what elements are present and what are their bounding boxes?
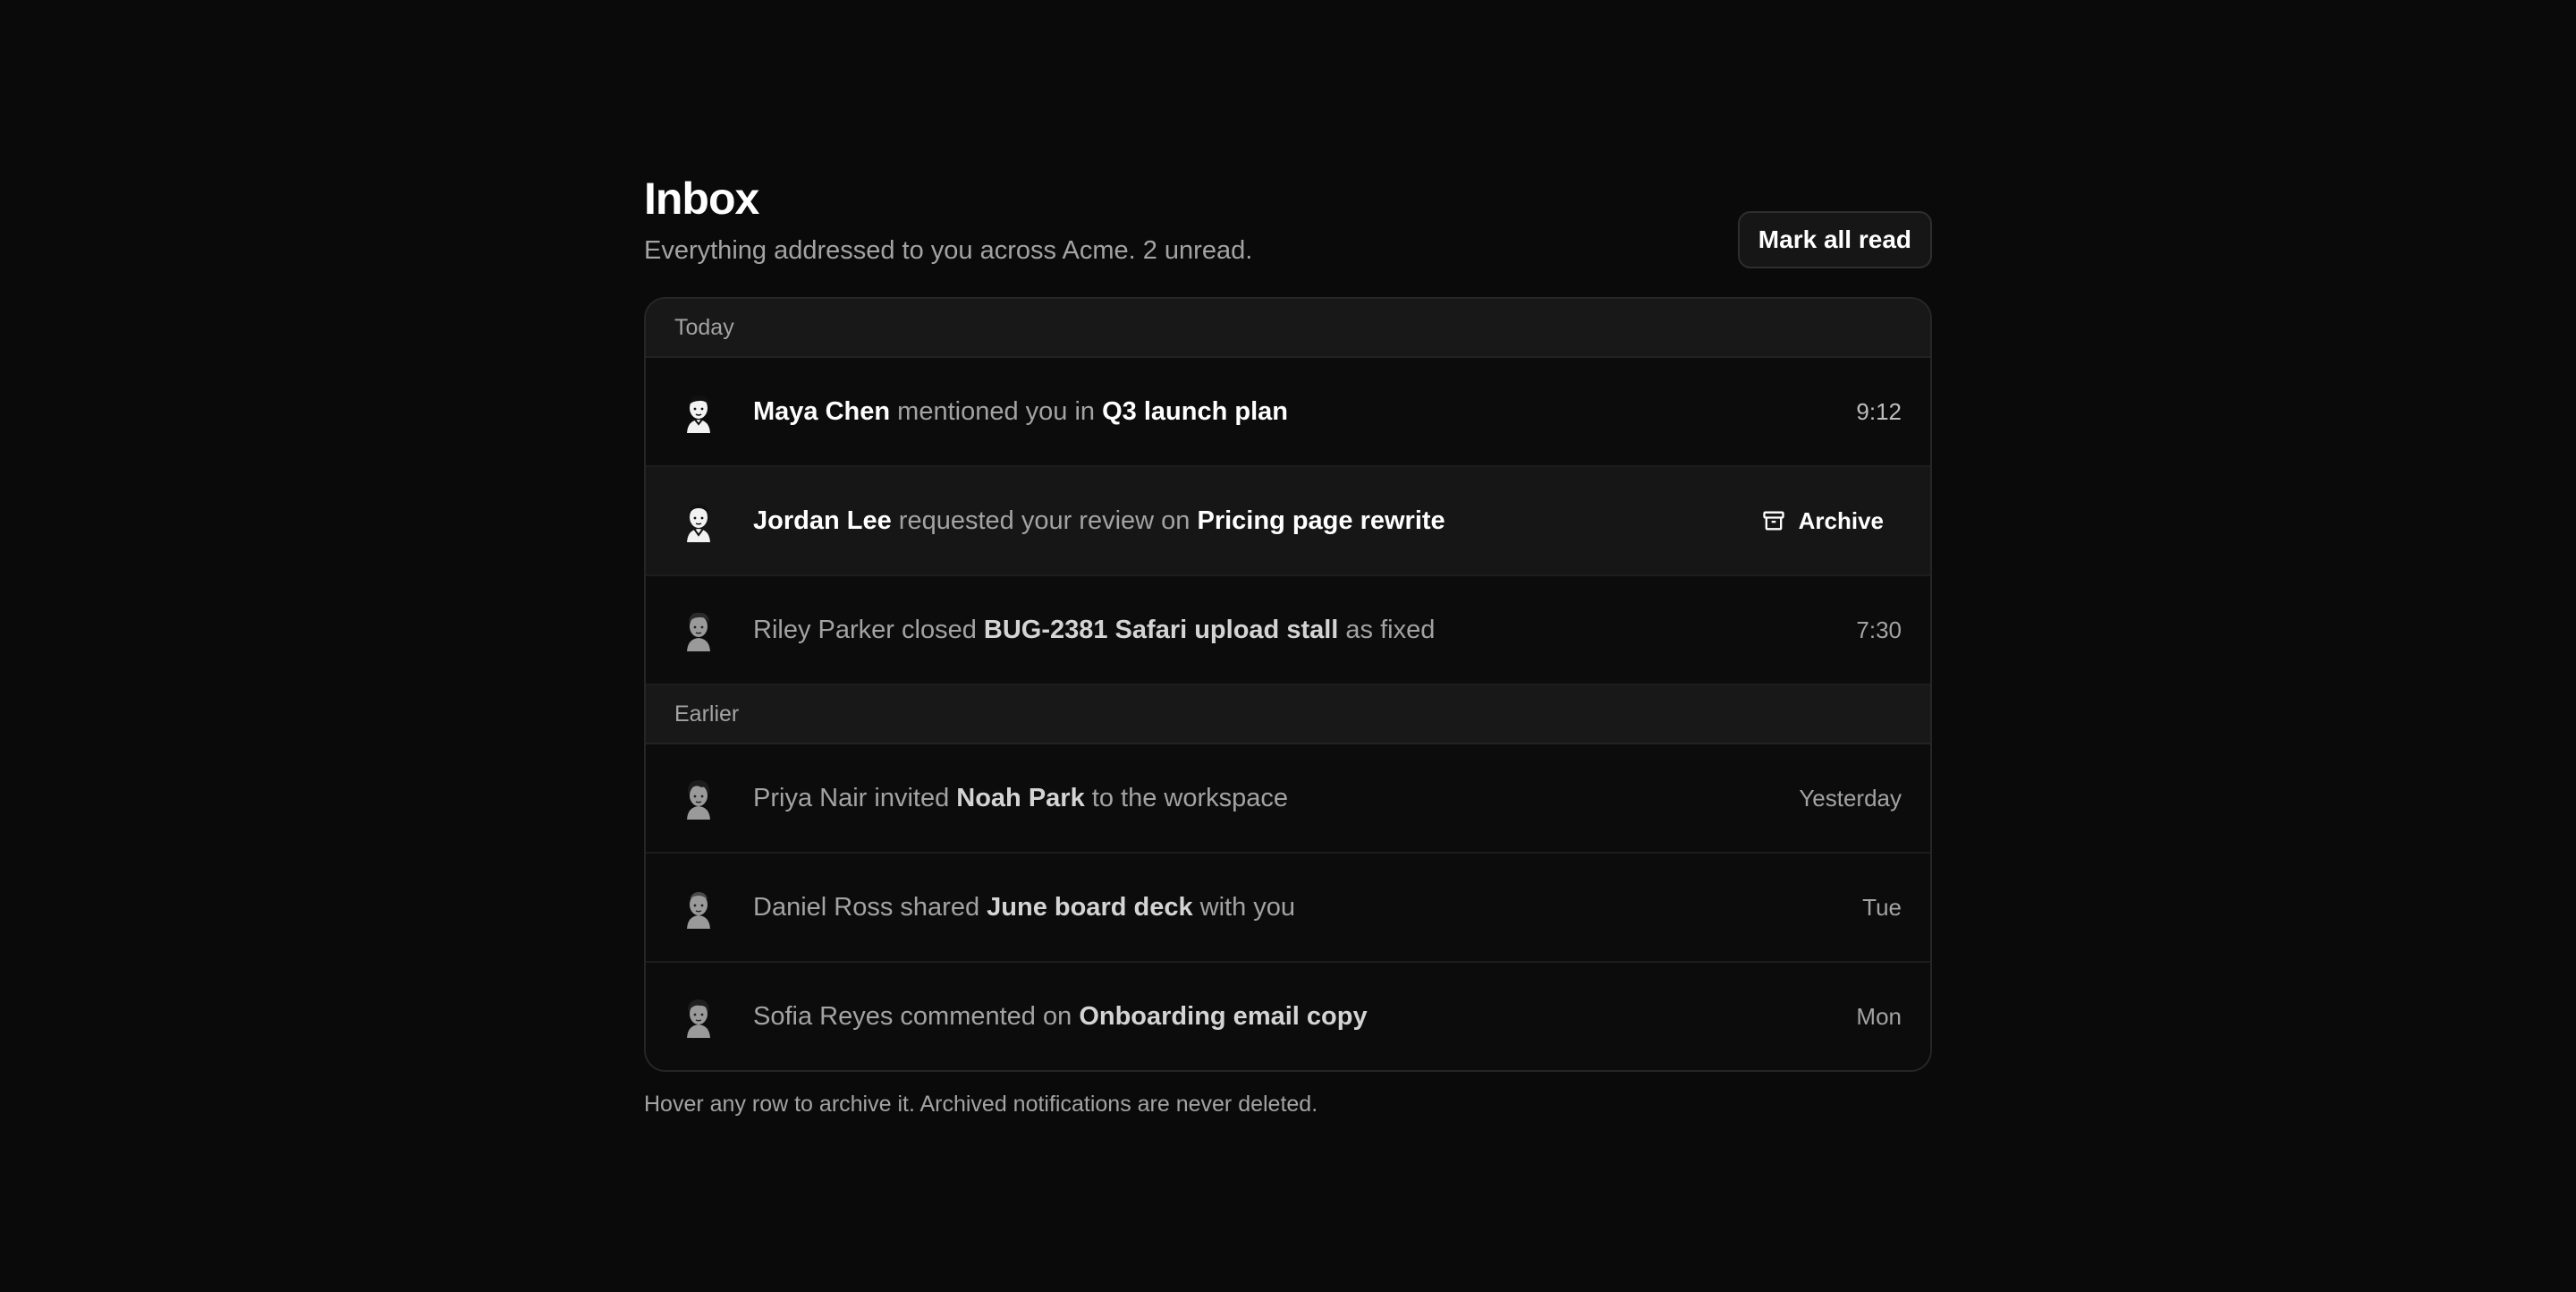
page-subtitle: Everything addressed to you across Acme.… — [644, 236, 1253, 265]
inbox-panel: Inbox Everything addressed to you across… — [644, 170, 1932, 1118]
notification-actor: Jordan Lee — [753, 506, 892, 535]
notification-object: BUG-2381 Safari upload stall — [983, 616, 1339, 644]
avatar-icon — [687, 780, 710, 820]
notification-actor: Priya Nair — [753, 784, 868, 812]
notification-verb: requested your review on — [898, 506, 1191, 535]
notification-row[interactable]: Daniel Ross shared June board deck with … — [646, 854, 1930, 963]
avatar-icon — [687, 395, 710, 433]
notification-verb: invited — [874, 784, 950, 812]
archive-label: Archive — [1798, 506, 1884, 534]
notification-verb: shared — [900, 893, 980, 922]
notification-time: Mon — [1856, 1003, 1902, 1030]
notification-row[interactable]: Riley Parker closed BUG-2381 Safari uplo… — [646, 576, 1930, 685]
notification-time: 7:30 — [1856, 616, 1902, 643]
avatar-icon — [687, 612, 710, 651]
notification-actor: Riley Parker — [753, 616, 894, 644]
notification-object: Onboarding email copy — [1079, 1002, 1368, 1031]
notification-list: Today Maya Chen mentioned you in Q3 laun… — [644, 297, 1932, 1072]
notification-text: Sofia Reyes commented on Onboarding emai… — [753, 963, 1368, 1070]
notification-time: 9:12 — [1856, 398, 1902, 425]
notification-verb: closed — [902, 616, 977, 644]
notification-object: June board deck — [987, 893, 1193, 922]
notification-text: Priya Nair invited Noah Park to the work… — [753, 744, 1288, 852]
notification-row[interactable]: Maya Chen mentioned you in Q3 launch pla… — [646, 358, 1930, 467]
notification-suffix: as fixed — [1345, 616, 1436, 644]
footnote: Hover any row to archive it. Archived no… — [644, 1092, 1318, 1117]
archive-icon — [1762, 511, 1784, 531]
notification-row[interactable]: Priya Nair invited Noah Park to the work… — [646, 744, 1930, 854]
notification-suffix: with you — [1199, 893, 1296, 922]
notification-text: Maya Chen mentioned you in Q3 launch pla… — [753, 358, 1288, 465]
inbox-header: Inbox Everything addressed to you across… — [644, 170, 1932, 297]
avatar-icon — [687, 999, 710, 1038]
notification-text: Jordan Lee requested your review on Pric… — [753, 467, 1445, 574]
notification-actor: Daniel Ross — [753, 893, 894, 922]
group-header-earlier: Earlier — [646, 685, 1930, 744]
mark-all-read-button[interactable]: Mark all read — [1737, 211, 1932, 268]
notification-object: Pricing page rewrite — [1197, 506, 1445, 535]
notification-time: Yesterday — [1799, 785, 1902, 812]
archive-button[interactable]: Archive — [1743, 497, 1902, 544]
avatar-icon — [687, 892, 710, 929]
notification-object: Noah Park — [956, 784, 1085, 812]
notification-actor: Maya Chen — [753, 397, 891, 426]
notification-suffix: to the workspace — [1091, 784, 1289, 812]
notification-verb: commented on — [900, 1002, 1072, 1031]
notification-row[interactable]: Sofia Reyes commented on Onboarding emai… — [646, 963, 1930, 1070]
group-header-today: Today — [646, 299, 1930, 358]
notification-object: Q3 launch plan — [1102, 397, 1288, 426]
notification-text: Daniel Ross shared June board deck with … — [753, 854, 1295, 961]
notification-text: Riley Parker closed BUG-2381 Safari uplo… — [753, 576, 1435, 684]
avatar-icon — [687, 504, 710, 542]
notification-verb: mentioned you in — [897, 397, 1096, 426]
page-title: Inbox — [644, 174, 759, 224]
notification-actor: Sofia Reyes — [753, 1002, 894, 1031]
notification-time: Tue — [1862, 894, 1902, 921]
notification-row[interactable]: Jordan Lee requested your review on Pric… — [646, 467, 1930, 576]
